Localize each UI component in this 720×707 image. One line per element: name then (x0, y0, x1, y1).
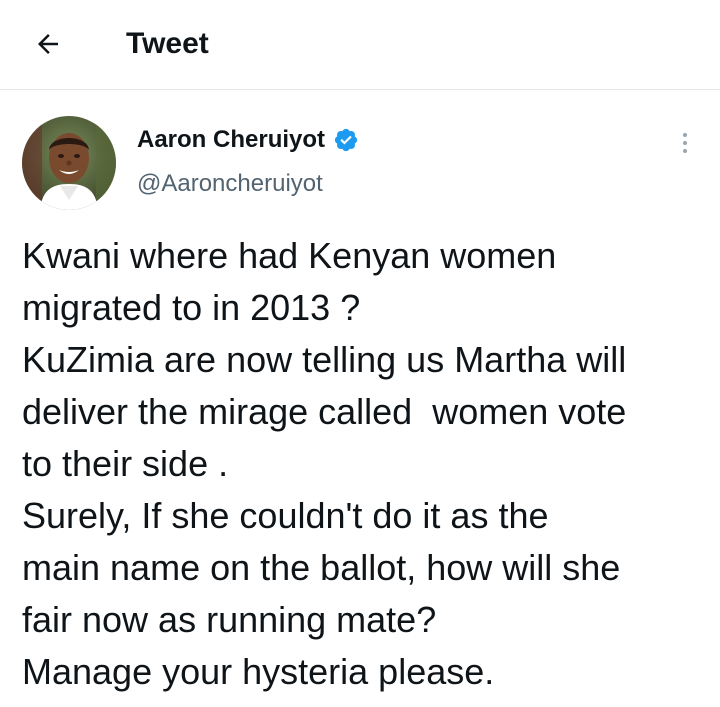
tweet-line: Kwani where had Kenyan women (22, 235, 557, 276)
author-name[interactable]: Aaron Cheruiyot (137, 124, 325, 156)
tweet-line: to their side . (22, 443, 229, 484)
tweet-text: Kwani where had Kenyan women migrated to… (22, 230, 712, 698)
page-title: Tweet (126, 27, 209, 60)
tweet-line: KuZimia are now telling us Martha will (22, 339, 627, 380)
avatar[interactable] (22, 116, 116, 210)
author-name-row[interactable]: Aaron Cheruiyot (137, 124, 359, 156)
verified-badge-icon (333, 127, 359, 153)
more-options-button[interactable] (670, 128, 700, 158)
top-bar: Tweet (0, 0, 720, 90)
arrow-left-icon (38, 34, 58, 54)
tweet-line: deliver the mirage called women vote (22, 391, 627, 432)
more-vertical-icon (683, 133, 687, 153)
tweet-line: fair now as running mate? (22, 599, 437, 640)
tweet-line: migrated to in 2013 ? (22, 287, 361, 328)
avatar-photo (22, 116, 116, 210)
author-handle[interactable]: @Aaroncheruiyot (137, 168, 323, 200)
tweet-line: Manage your hysteria please. (22, 651, 495, 692)
back-button[interactable] (28, 24, 68, 64)
tweet-line: main name on the ballot, how will she (22, 547, 621, 588)
tweet-line: Surely, If she couldn't do it as the (22, 495, 549, 536)
